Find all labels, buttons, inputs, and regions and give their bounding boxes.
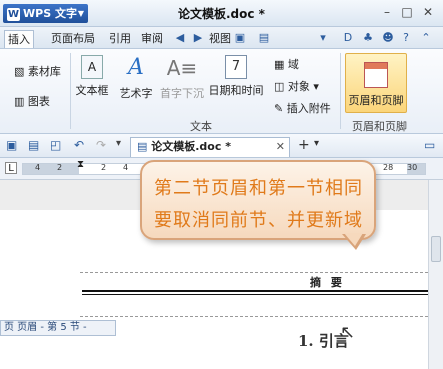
close-button[interactable]: ✕ [419, 4, 437, 20]
dropcap-label: 首字下沉 [160, 87, 204, 100]
textbox-button[interactable]: A 文本框 [74, 55, 110, 98]
document-tab[interactable]: ▤ 论文模板.doc * ✕ [130, 137, 290, 157]
object-label: 对象 [287, 80, 310, 93]
scrollbar-thumb[interactable] [431, 236, 441, 262]
doc-icon: ▤ [137, 140, 148, 153]
calendar-icon: 7 [225, 55, 247, 79]
material-library-button[interactable]: ▧ 素材库 [14, 63, 61, 79]
textbox-label: 文本框 [75, 84, 109, 97]
tab-references[interactable]: 引用 [106, 30, 134, 48]
dropdown-icon[interactable]: ▾ [116, 138, 121, 149]
new-tab-icon[interactable]: + [298, 137, 310, 153]
redo-icon[interactable]: ▶ [190, 30, 206, 46]
callout-line-2: 要取消同前节、并更新域 [154, 210, 363, 231]
dropcap-button[interactable]: A≡ 首字下沉 [160, 55, 204, 101]
header-text: 摘 要 [310, 276, 345, 289]
save-icon[interactable]: ▣ [6, 138, 17, 152]
tab-view[interactable]: 视图 [206, 30, 234, 48]
wps-menu-button[interactable]: W WPS 文字 ▼ [3, 4, 88, 23]
ruler-number: 4 [35, 163, 41, 172]
save-icon[interactable]: ▣ [232, 30, 248, 46]
ruler-number: 2 [57, 163, 63, 172]
tab-list-icon[interactable]: ▾ [314, 138, 319, 149]
undo-icon[interactable]: ◀ [172, 30, 188, 46]
header-footer-button[interactable]: 页眉和页脚 [345, 53, 407, 113]
header-section-label: 页 页眉 - 第 5 节 - [0, 320, 116, 336]
wps-logo-icon: W [7, 8, 20, 21]
preview-icon[interactable]: ◰ [50, 138, 61, 152]
title-bar: W WPS 文字 ▼ 论文模板.doc * – □ ✕ [0, 0, 443, 27]
group-label-header-footer: 页眉和页脚 [352, 120, 407, 133]
tab-page-layout[interactable]: 页面布局 [48, 30, 98, 48]
wordart-icon: A [128, 55, 144, 80]
chart-label: 图表 [27, 95, 50, 108]
callout-line-1: 第二节页眉和第一节相同 [154, 178, 363, 199]
tab-insert[interactable]: 插入 [4, 30, 34, 48]
tab-review[interactable]: 审阅 [138, 30, 166, 48]
print-icon[interactable]: ▤ [28, 138, 39, 152]
ruler-number: 30 [407, 163, 418, 172]
annotation-callout: 第二节页眉和第一节相同 要取消同前节、并更新域 [140, 160, 376, 250]
material-library-label: 素材库 [27, 65, 61, 78]
callout-tail-fill [344, 233, 363, 246]
header-rule-thin [82, 294, 428, 295]
maximize-button[interactable]: □ [398, 4, 416, 20]
redo-icon[interactable]: ↷ [96, 138, 106, 152]
skin-icon[interactable]: ♣ [360, 30, 376, 46]
mouse-cursor-icon: ↖ [340, 322, 356, 343]
datetime-label: 日期和时间 [208, 84, 264, 97]
undo-icon[interactable]: ↶ [74, 138, 84, 152]
attachment-button[interactable]: ✎ 插入附件 [274, 100, 331, 116]
indent-marker-icon[interactable]: ⧗ [77, 159, 84, 170]
app-name: WPS 文字 [23, 7, 77, 20]
field-label: 域 [287, 58, 299, 71]
wordart-button[interactable]: A 艺术字 [116, 55, 156, 101]
object-button[interactable]: ◫ 对象 ▾ [274, 78, 319, 94]
chart-button[interactable]: ▥ 图表 [14, 93, 50, 109]
tab-stop-icon[interactable]: L [5, 162, 17, 174]
group-label-text: 文本 [190, 120, 212, 133]
ruler-number: 4 [123, 163, 129, 172]
textbox-icon: A [81, 55, 103, 79]
quick-toolbar: ▣ ▤ ◰ ↶ ↷ ▾ ▤ 论文模板.doc * ✕ + ▾ ▭ [0, 134, 443, 158]
window-title: 论文模板.doc * [178, 7, 265, 21]
close-tab-icon[interactable]: ✕ [276, 138, 285, 156]
header-footer-icon [364, 62, 388, 88]
ribbon-panel: ▧ 素材库 ▥ 图表 A 文本框 A 艺术字 A≡ 首字下沉 7 日期和时间 ▦… [0, 49, 443, 134]
datetime-button[interactable]: 7 日期和时间 [206, 55, 266, 98]
attachment-label: 插入附件 [286, 102, 331, 115]
user-icon[interactable]: ☻ [380, 30, 396, 46]
header-footer-label: 页眉和页脚 [348, 94, 404, 107]
ruler-number: 28 [383, 163, 394, 172]
wordart-label: 艺术字 [119, 87, 153, 100]
header-rule-thick [82, 290, 428, 292]
collapse-icon[interactable]: ⌃ [418, 30, 434, 46]
help-icon[interactable]: ? [398, 30, 414, 46]
dropdown-icon[interactable]: ▾ [315, 30, 331, 46]
chevron-down-icon: ▼ [77, 9, 84, 18]
vertical-scrollbar[interactable] [428, 180, 443, 369]
field-button[interactable]: ▦ 域 [274, 56, 299, 72]
panel-icon[interactable]: ▭ [424, 138, 435, 152]
ribbon-tabs: 插入 页面布局 引用 审阅 ◀ ▶ 视图 ▣ ▤ ▾ D ♣ ☻ ? ⌃ [0, 27, 443, 49]
minimize-button[interactable]: – [378, 4, 396, 20]
document-tab-label: 论文模板.doc * [151, 140, 231, 153]
d-icon[interactable]: D [340, 30, 356, 46]
ruler-number: 2 [101, 163, 107, 172]
dropcap-icon: A≡ [166, 56, 198, 80]
print-icon[interactable]: ▤ [256, 30, 272, 46]
